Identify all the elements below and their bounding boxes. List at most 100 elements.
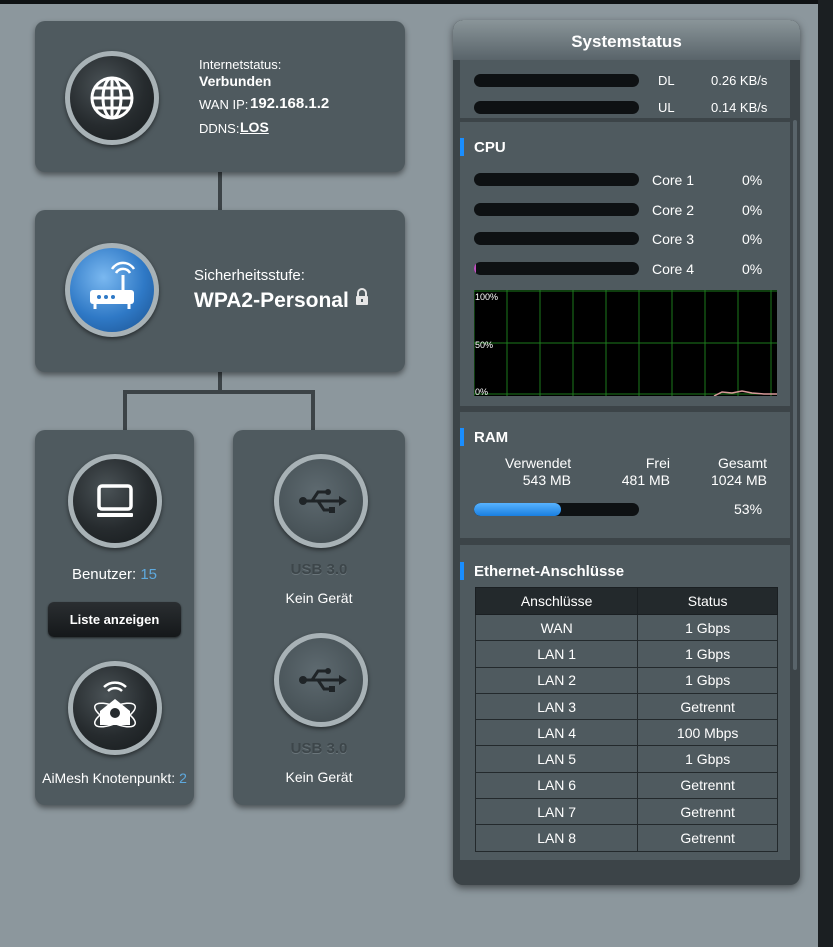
connector-line — [311, 390, 315, 432]
table-header: Status — [637, 587, 778, 615]
usb-icon — [299, 489, 347, 513]
cpu-usage-chart: 100% 50% 0% — [473, 290, 777, 397]
ram-percent: 53% — [734, 501, 763, 517]
usb-card[interactable]: USB 3.0 Kein Gerät USB 3.0 Kein Gerät — [233, 430, 405, 805]
aimesh-icon-button[interactable] — [68, 661, 162, 755]
aimesh-icon — [94, 681, 136, 728]
router-security-card[interactable]: Sicherheitsstufe: WPA2-Personal — [35, 210, 405, 372]
system-status-title: Systemstatus — [453, 20, 800, 60]
port-name-cell: LAN 6 — [474, 771, 639, 800]
cpu-core-bar — [474, 173, 639, 186]
cpu-title: CPU — [460, 138, 506, 156]
ram-usage-bar — [474, 503, 639, 516]
download-label: DL — [658, 73, 675, 88]
ram-title: RAM — [459, 428, 509, 446]
port-status-cell: Getrennt — [637, 824, 778, 852]
aimesh-label: AiMesh Knotenpunkt: — [42, 770, 176, 786]
system-status-panel[interactable]: Systemstatus DL 0.26 KB/s UL 0.14 KB/s C… — [453, 20, 800, 885]
table-row: LAN 3 Getrennt — [474, 692, 778, 721]
ethernet-ports-table: Anschlüsse Status WAN 1 Gbps LAN 11 Gbps LA… — [474, 587, 778, 852]
router-icon-button[interactable] — [65, 243, 159, 337]
ram-used-label: Verwendet — [505, 455, 572, 471]
dashboard-background: Internetstatus: Verbunden WAN IP: 192.16… — [0, 0, 818, 947]
clients-icon-button[interactable] — [68, 454, 162, 548]
table-row: LAN 8 Getrennt — [474, 824, 778, 852]
cpu-core-value: 0% — [742, 201, 763, 218]
cpu-chart-tick: 0% — [475, 387, 489, 397]
clients-count: 15 — [140, 566, 158, 583]
port-status-cell: 1 Gbps — [637, 745, 778, 773]
ram-usage-fill — [474, 503, 562, 516]
download-value: 0.26 KB/s — [711, 73, 768, 88]
port-name-cell: LAN 7 — [474, 798, 639, 826]
upload-value: 0.14 KB/s — [711, 100, 768, 115]
port-name-cell: WAN — [474, 613, 639, 642]
port-status-cell: 1 Gbps — [637, 666, 778, 694]
cpu-core-bar — [474, 232, 639, 246]
port-status-cell: Getrennt — [637, 692, 778, 721]
internet-status-card[interactable]: Internetstatus: Verbunden WAN IP: 192.16… — [35, 21, 405, 172]
ethernet-section: Ethernet-Anschlüsse Anschlüsse Status WA… — [459, 545, 790, 860]
port-name-cell: LAN 2 — [474, 666, 639, 694]
ram-total-label: Gesamt — [717, 455, 767, 471]
usb-icon-button[interactable] — [274, 454, 368, 548]
table-row: LAN 21 Gbps — [474, 666, 778, 694]
aimesh-count: 2 — [179, 770, 187, 786]
cpu-chart-tick: 100% — [475, 292, 499, 302]
scrollbar[interactable] — [793, 120, 797, 670]
cpu-core-label: Core 2 — [652, 201, 695, 218]
upload-label: UL — [658, 100, 675, 115]
usb-status: Kein Gerät — [285, 590, 353, 606]
port-name-cell: LAN 1 — [474, 640, 639, 668]
cpu-core-value: 0% — [742, 260, 763, 277]
internet-status-label: Internetstatus: — [199, 57, 282, 72]
security-level-value: WPA2-Personal — [194, 289, 349, 312]
port-status-cell: 1 Gbps — [637, 613, 778, 642]
cpu-chart-tick: 50% — [475, 340, 494, 350]
monitor-icon — [97, 484, 133, 517]
table-row: LAN 6 Getrennt — [474, 771, 778, 800]
port-status-cell: 100 Mbps — [637, 719, 778, 747]
ram-used-value: 543 MB — [522, 472, 571, 488]
cpu-core-value: 0% — [742, 231, 763, 248]
port-name-cell: LAN 4 — [474, 719, 639, 747]
page-edge — [818, 0, 833, 947]
port-status-cell: Getrennt — [637, 798, 778, 826]
top-edge — [0, 0, 818, 4]
globe-icon — [90, 76, 134, 120]
cpu-core-value: 0% — [742, 172, 763, 188]
table-row: LAN 51 Gbps — [474, 745, 778, 773]
usb-title: USB 3.0 — [290, 740, 348, 757]
ddns-label: DDNS: — [199, 121, 240, 136]
ram-total-value: 1024 MB — [710, 472, 767, 488]
usb-icon-button[interactable] — [274, 633, 368, 727]
ram-section: RAM Verwendet 543 MB Frei 481 MB Gesamt … — [459, 412, 790, 538]
connector-line — [218, 172, 222, 212]
download-bar — [474, 74, 639, 87]
table-row: LAN 7 Getrennt — [474, 798, 778, 826]
aimesh-count-text: AiMesh Knotenpunkt: 2 — [35, 770, 194, 786]
connector-line — [218, 372, 222, 392]
table-row: LAN 4 100 Mbps — [474, 719, 778, 747]
table-row: LAN 11 Gbps — [474, 640, 778, 668]
usb-icon — [299, 668, 347, 692]
wan-ip-value: 192.168.1.2 — [250, 95, 330, 112]
usb-title: USB 3.0 — [290, 561, 348, 578]
port-name-cell: LAN 3 — [474, 692, 639, 721]
port-status-cell: Getrennt — [637, 771, 778, 800]
ram-free-label: Frei — [645, 455, 670, 471]
cpu-core-bar — [474, 261, 639, 275]
cpu-section: CPU Core 1 0% Core 2 0% Core 3 0% Core 4 0% 100… — [460, 122, 790, 406]
show-list-button[interactable]: Liste anzeigen — [48, 602, 181, 637]
cpu-core-fill — [474, 261, 476, 275]
lock-icon — [356, 288, 368, 305]
globe-icon-button[interactable] — [65, 51, 159, 145]
internet-status-value: Verbunden — [199, 73, 272, 89]
ethernet-title: Ethernet-Anschlüsse — [459, 562, 625, 580]
port-name-cell: LAN 8 — [474, 824, 639, 852]
connector-line — [123, 390, 315, 394]
cpu-core-bar — [474, 202, 639, 216]
clients-count-text: Benutzer: 15 — [35, 566, 194, 583]
cpu-core-label: Core 3 — [652, 231, 695, 248]
ddns-link[interactable]: LOS — [240, 119, 269, 135]
